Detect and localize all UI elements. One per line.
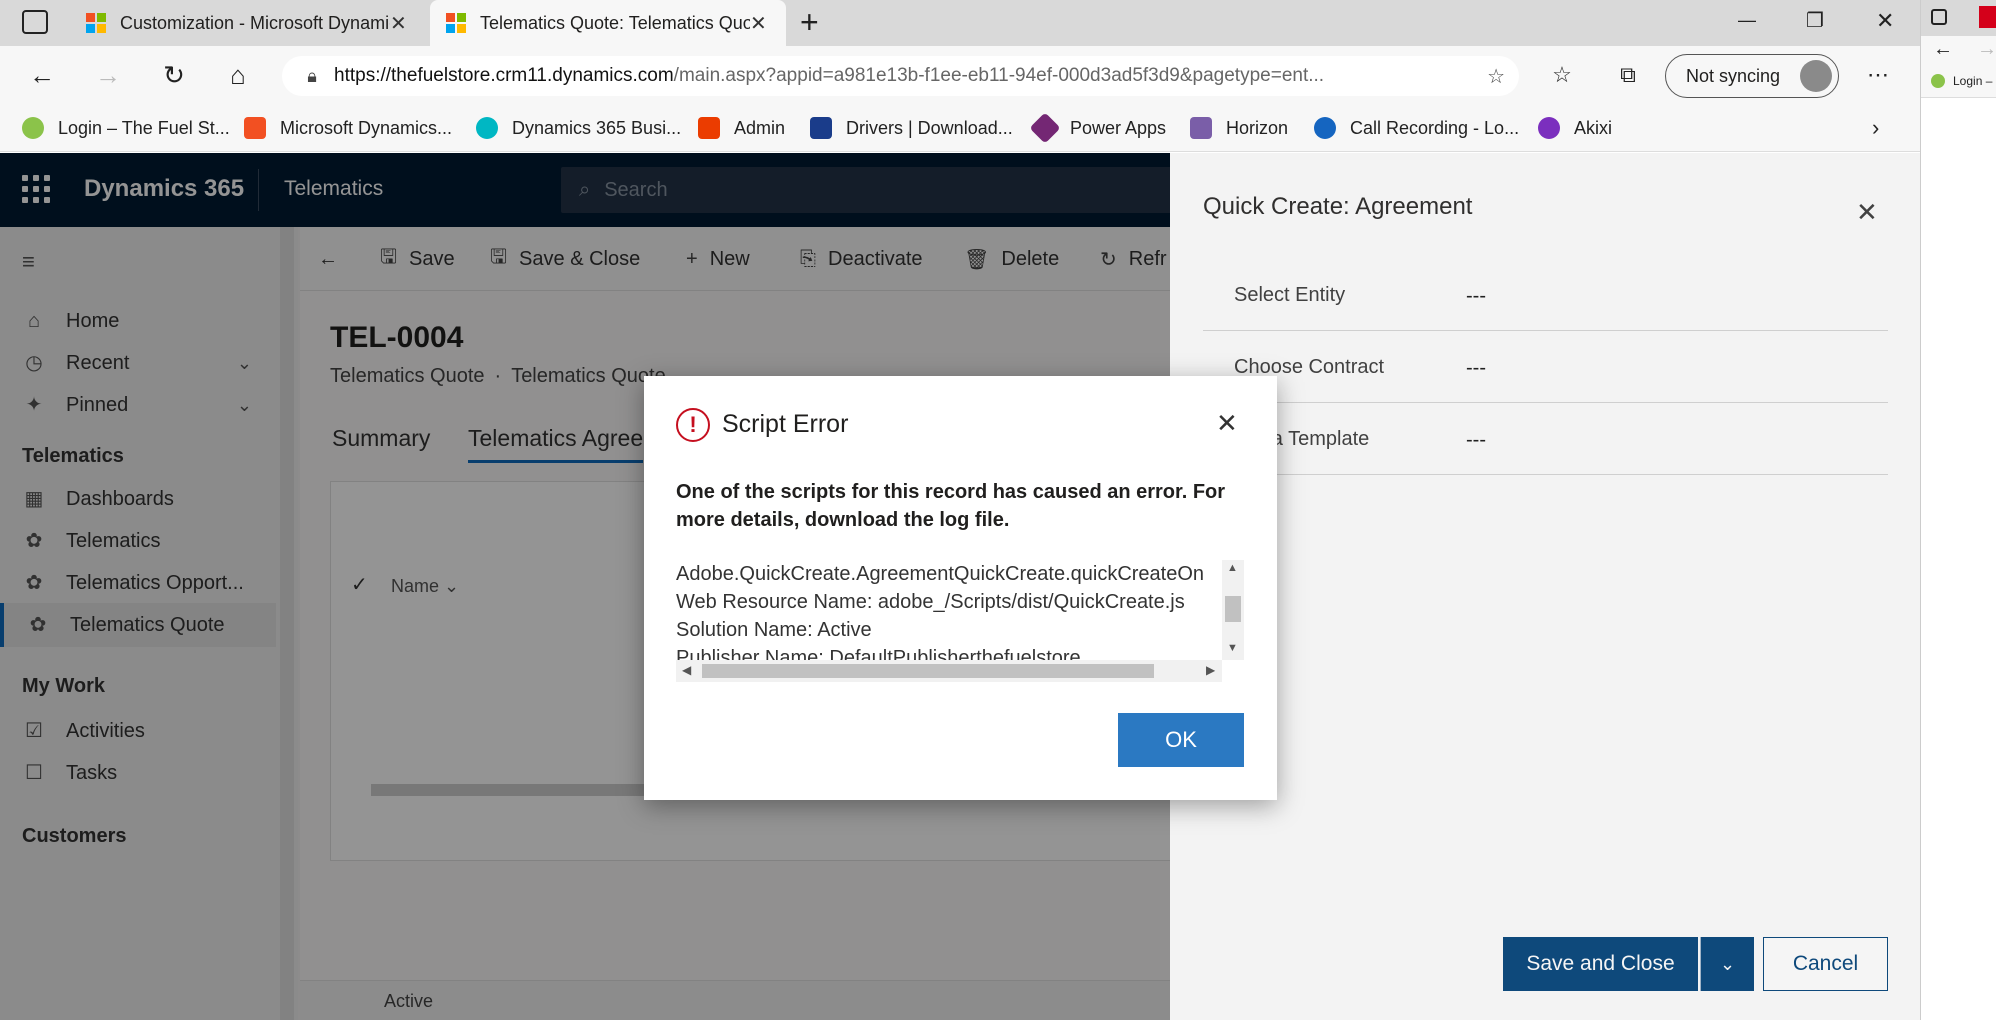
add-favorite-icon[interactable]: ☆: [1487, 64, 1505, 89]
dialog-message: One of the scripts for this record has c…: [676, 481, 1226, 531]
tab-title: Telematics Quote: Telematics Quote: [480, 12, 750, 33]
adobe-logo-icon: [1979, 6, 1996, 28]
bookmarks-bar: Login – The Fuel St... Microsoft Dynamic…: [0, 104, 1920, 152]
error-log-box[interactable]: Adobe.QuickCreate.AgreementQuickCreate.q…: [676, 560, 1244, 686]
lock-icon[interactable]: 🔒︎: [290, 66, 334, 87]
ok-button[interactable]: OK: [1118, 713, 1244, 767]
scroll-thumb[interactable]: [1225, 596, 1241, 622]
call-recording-icon: [1314, 117, 1336, 139]
browser-window: Customization - Microsoft Dynamics 365 ✕…: [0, 0, 1920, 1020]
bookmark-call-recording[interactable]: Call Recording - Lo...: [1314, 114, 1519, 142]
akixi-icon: [1538, 117, 1560, 139]
bookmark-power-apps[interactable]: Power Apps: [1029, 112, 1166, 144]
minimize-button[interactable]: —: [1738, 10, 1756, 31]
microsoft-logo-icon: [244, 117, 266, 139]
favorites-icon[interactable]: ☆: [1544, 58, 1580, 92]
second-browser-window: ← → Login –: [1920, 0, 1996, 1020]
log-line: Solution Name: Active: [676, 619, 872, 641]
bookmark-icon: [1931, 74, 1945, 88]
profile-sync-button[interactable]: Not syncing: [1665, 54, 1839, 98]
microsoft-logo-icon: [446, 13, 466, 33]
bookmark-drivers[interactable]: Drivers | Download...: [810, 114, 1013, 142]
sync-label: Not syncing: [1686, 65, 1781, 86]
tab-telematics-quote[interactable]: Telematics Quote: Telematics Quote ✕: [430, 0, 786, 46]
horizontal-scrollbar[interactable]: ◀ ▶: [676, 660, 1222, 682]
microsoft-logo-icon: [86, 13, 106, 33]
maximize-button[interactable]: ❐: [1806, 8, 1824, 33]
screen: Customization - Microsoft Dynamics 365 ✕…: [0, 0, 1996, 1020]
back-icon[interactable]: ←: [24, 58, 60, 92]
tab-close-icon[interactable]: ✕: [390, 11, 407, 36]
new-tab-button[interactable]: +: [800, 4, 819, 41]
close-icon[interactable]: ✕: [1216, 408, 1238, 439]
tab-actions-icon[interactable]: [22, 10, 48, 34]
script-error-dialog: ! Script Error ✕ One of the scripts for …: [644, 376, 1277, 800]
horizon-icon: [1190, 117, 1212, 139]
bookmark-horizon[interactable]: Horizon: [1190, 114, 1288, 142]
bookmark-icon: [22, 117, 44, 139]
quick-create-overlay: [1170, 153, 1920, 1020]
scroll-right-icon[interactable]: ▶: [1206, 663, 1215, 677]
forward-icon[interactable]: →: [90, 58, 126, 92]
address-row: ← → ↻ ⌂ 🔒︎ https://thefuelstore.crm11.dy…: [0, 46, 1920, 104]
address-bar[interactable]: 🔒︎ https://thefuelstore.crm11.dynamics.c…: [282, 56, 1519, 96]
dialog-title: Script Error: [722, 410, 849, 438]
address-row: ← →: [1921, 36, 1996, 66]
tab-close-icon[interactable]: ✕: [750, 11, 767, 36]
error-icon: !: [676, 408, 710, 442]
bookmark-admin[interactable]: Admin: [698, 114, 785, 142]
close-window-button[interactable]: ✕: [1876, 8, 1894, 34]
avatar: [1800, 60, 1832, 92]
log-line: Adobe.QuickCreate.AgreementQuickCreate.q…: [676, 563, 1205, 585]
log-line: Web Resource Name: adobe_/Scripts/dist/Q…: [676, 591, 1185, 613]
tab-title: Customization - Microsoft Dynamics 365: [120, 12, 390, 33]
collections-icon[interactable]: ⧉: [1610, 58, 1646, 92]
tab-strip: Customization - Microsoft Dynamics 365 ✕…: [0, 0, 1920, 46]
tab-strip: [1921, 0, 1996, 36]
office-icon: [698, 117, 720, 139]
dynamics-icon: [476, 117, 498, 139]
scroll-up-icon[interactable]: ▲: [1227, 562, 1238, 574]
scroll-left-icon[interactable]: ◀: [682, 663, 691, 677]
bookmark-microsoft-dynamics[interactable]: Microsoft Dynamics...: [244, 114, 452, 142]
refresh-icon[interactable]: ↻: [156, 58, 192, 92]
error-log-text: Adobe.QuickCreate.AgreementQuickCreate.q…: [676, 560, 1222, 660]
bookmark-login[interactable]: Login –: [1953, 74, 1992, 88]
bookmarks-bar: Login –: [1921, 66, 1996, 98]
forward-icon[interactable]: →: [1977, 38, 1996, 61]
log-line: Publisher Name: DefaultPublisherthefuels…: [676, 647, 1081, 660]
url-text: https://thefuelstore.crm11.dynamics.com/…: [334, 65, 1325, 86]
scroll-down-icon[interactable]: ▼: [1227, 642, 1238, 654]
bookmark-login[interactable]: Login – The Fuel St...: [22, 114, 230, 142]
back-icon[interactable]: ←: [1933, 38, 1953, 61]
home-icon[interactable]: ⌂: [220, 58, 256, 92]
power-apps-icon: [1029, 112, 1061, 144]
more-icon[interactable]: ⋯: [1860, 58, 1896, 92]
brother-icon: [810, 117, 832, 139]
scroll-thumb[interactable]: [702, 664, 1154, 678]
chevron-right-icon[interactable]: ›: [1872, 114, 1879, 142]
bookmark-akixi[interactable]: Akixi: [1538, 114, 1612, 142]
vertical-scrollbar[interactable]: ▲ ▼: [1222, 560, 1244, 660]
tab-actions-icon[interactable]: [1931, 9, 1947, 25]
tab-customization[interactable]: Customization - Microsoft Dynamics 365 ✕: [70, 0, 426, 46]
bookmark-dynamics-365[interactable]: Dynamics 365 Busi...: [476, 114, 681, 142]
